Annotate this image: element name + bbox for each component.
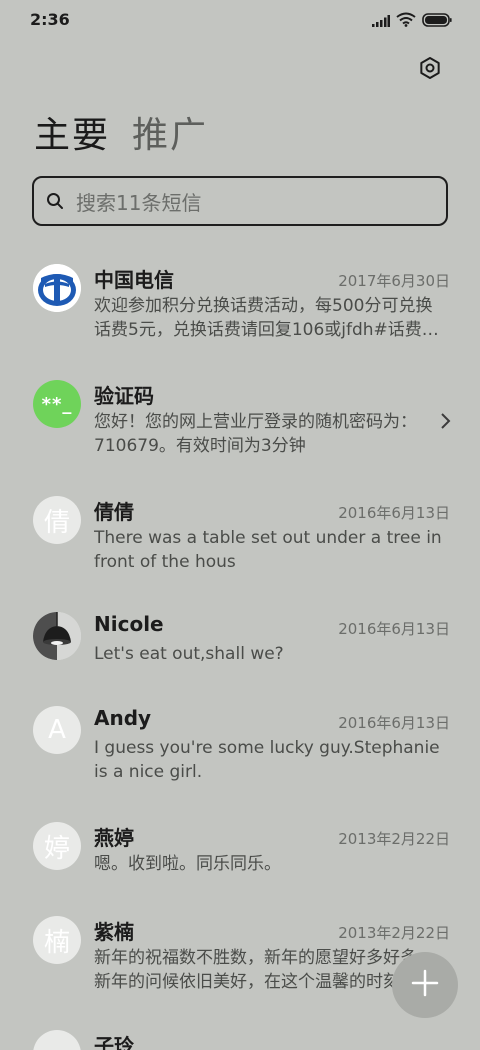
message-preview-line: is a nice girl. <box>94 762 203 782</box>
message-preview-line: There was a table set out under a tree i… <box>94 528 442 548</box>
avatar: 楠 <box>33 916 81 964</box>
gear-icon <box>418 56 442 84</box>
sender-name: 子玲 <box>94 1034 134 1050</box>
sender-name: 倩倩 <box>94 500 134 524</box>
tab-main[interactable]: 主要 <box>34 106 110 158</box>
sender-name: Nicole <box>94 612 164 636</box>
sender-name: 紫楠 <box>94 920 134 944</box>
message-preview-line: 话费5元，兑换话费请回复106或jfdh#话费… <box>94 320 439 340</box>
message-preview-line: 710679。有效时间为3分钟 <box>94 436 306 456</box>
sender-name: 中国电信 <box>94 268 174 292</box>
message-preview-line: 欢迎参加积分兑换话费活动，每500分可兑换 <box>94 296 433 316</box>
message-preview-line: I guess you're some lucky guy.Stephanie <box>94 738 440 758</box>
avatar <box>33 1030 81 1050</box>
message-item[interactable]: 倩 倩倩 2016年6月13日 There was a table set ou… <box>0 484 480 596</box>
sender-name: Andy <box>94 706 152 730</box>
settings-button[interactable] <box>416 56 444 84</box>
sender-name: 验证码 <box>94 384 154 408</box>
code-avatar-text: **_ <box>41 393 73 415</box>
message-preview-line: 您好！您的网上营业厅登录的随机密码为： <box>94 412 417 432</box>
message-date: 2017年6月30日 <box>338 272 450 290</box>
verification-code-avatar: **_ <box>33 380 81 428</box>
new-message-button[interactable] <box>392 952 458 1018</box>
status-time: 2:36 <box>30 10 70 29</box>
message-date: 2016年6月13日 <box>338 714 450 732</box>
message-date: 2013年2月22日 <box>338 830 450 848</box>
avatar: 婷 <box>33 822 81 870</box>
chevron-right-icon[interactable] <box>438 412 452 430</box>
search-placeholder: 搜索11条短信 <box>76 190 202 215</box>
tab-promotions[interactable]: 推广 <box>132 106 208 158</box>
avatar: A <box>33 706 81 754</box>
search-icon <box>46 192 64 210</box>
message-item[interactable]: 婷 燕婷 2013年2月22日 嗯。收到啦。同乐同乐。 <box>0 810 480 902</box>
signal-icon <box>372 12 390 31</box>
message-preview-line: 新年的祝福数不胜数，新年的愿望好多好多， <box>94 948 434 968</box>
tab-bar: 主要 推广 <box>34 106 208 158</box>
message-item[interactable]: Nicole 2016年6月13日 Let's eat out,shall we… <box>0 600 480 692</box>
message-date: 2013年2月22日 <box>338 924 450 942</box>
plus-icon <box>411 969 439 1001</box>
lamp-photo <box>33 612 81 660</box>
message-item[interactable]: A Andy 2016年6月13日 I guess you're some lu… <box>0 694 480 806</box>
message-item[interactable]: 中国电信 2017年6月30日 欢迎参加积分兑换话费活动，每500分可兑换 话费… <box>0 252 480 364</box>
status-bar: 2:36 <box>0 0 480 40</box>
message-preview-line: 嗯。收到啦。同乐同乐。 <box>94 854 281 874</box>
china-telecom-logo <box>33 264 81 312</box>
sender-name: 燕婷 <box>94 826 134 850</box>
message-date: 2016年6月13日 <box>338 504 450 522</box>
message-item[interactable]: **_ 验证码 您好！您的网上营业厅登录的随机密码为： 710679。有效时间为… <box>0 368 480 480</box>
wifi-icon <box>396 12 416 31</box>
message-item[interactable]: 子玲 <box>0 1020 480 1050</box>
search-input[interactable]: 搜索11条短信 <box>32 176 448 226</box>
message-preview-line: front of the hous <box>94 552 236 572</box>
message-date: 2016年6月13日 <box>338 620 450 638</box>
status-icons <box>372 12 452 31</box>
avatar: 倩 <box>33 496 81 544</box>
message-preview-line: Let's eat out,shall we? <box>94 644 284 664</box>
battery-icon <box>422 12 452 31</box>
